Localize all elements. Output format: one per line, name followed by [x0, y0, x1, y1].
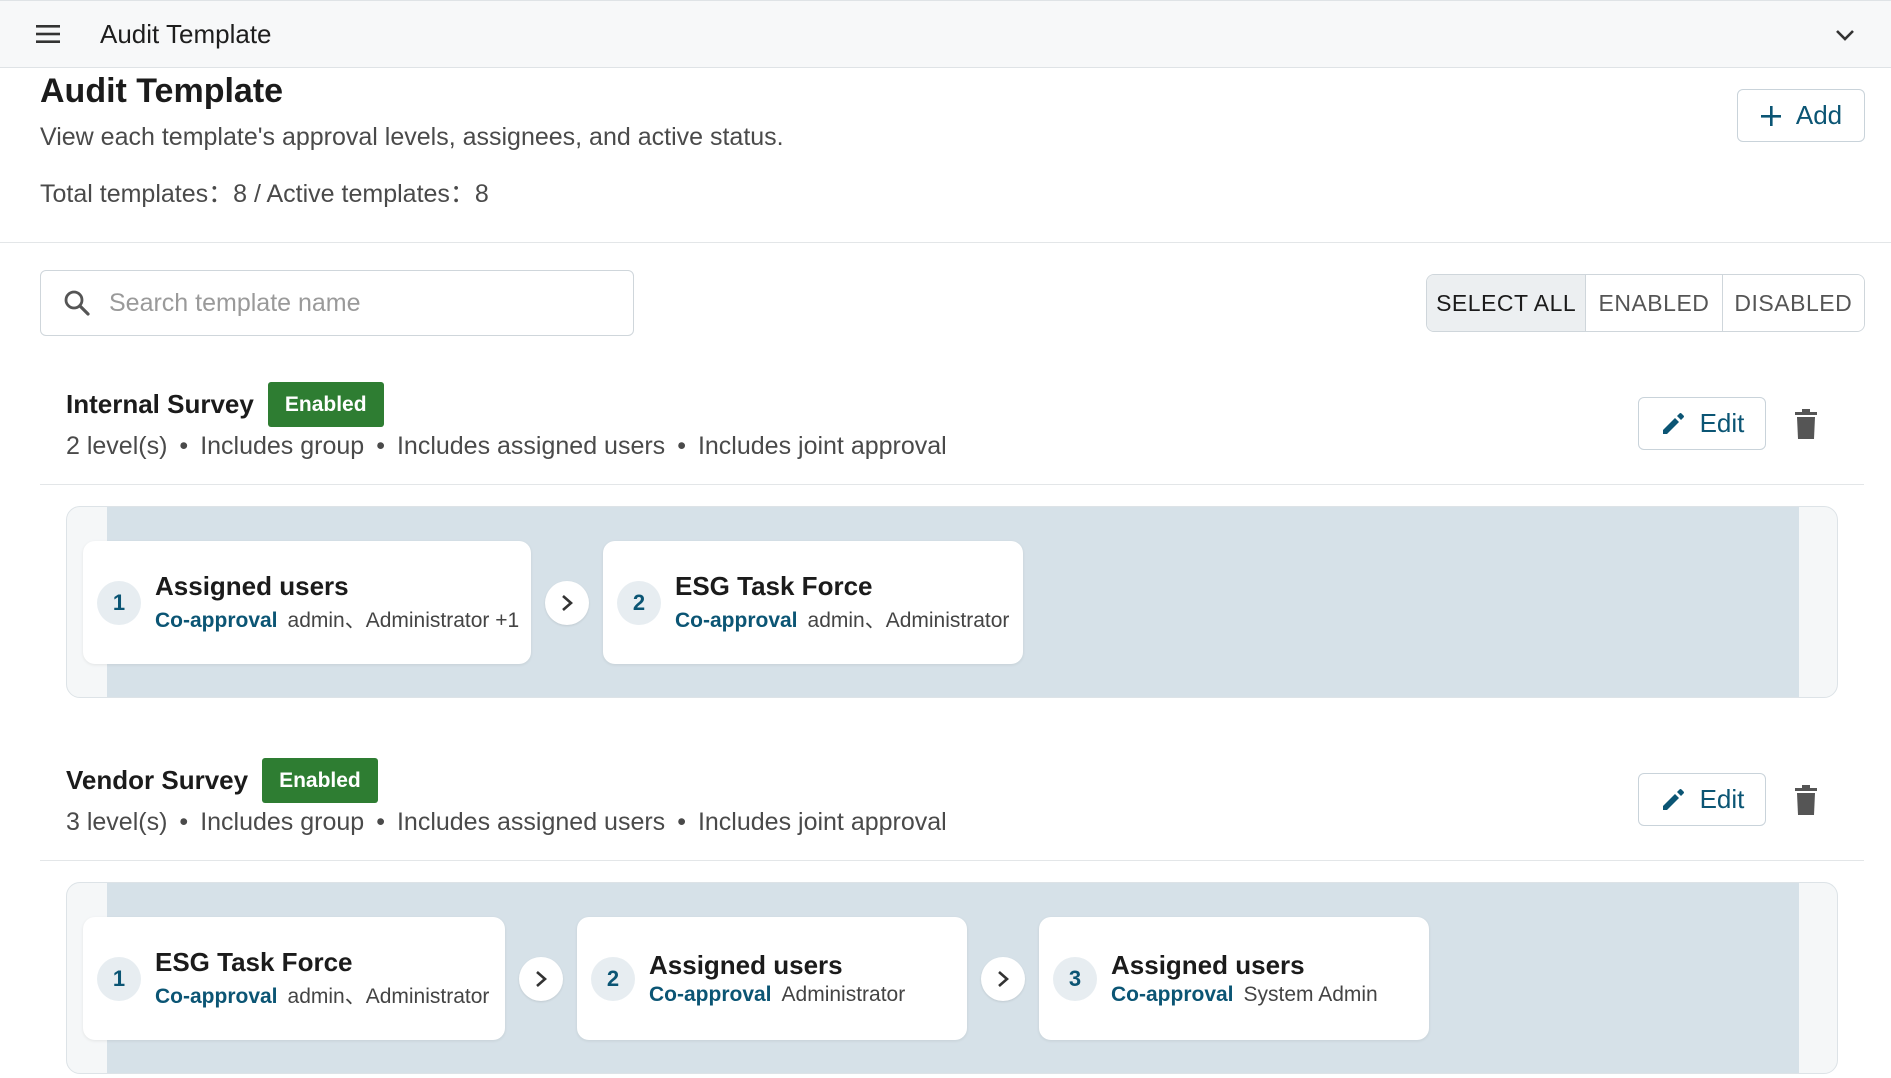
- level-title: ESG Task Force: [675, 571, 873, 601]
- trash-icon: [1795, 409, 1817, 439]
- add-button-label: Add: [1795, 100, 1843, 130]
- menu-button[interactable]: [24, 10, 72, 58]
- pencil-icon: [1662, 788, 1684, 810]
- template-name: Vendor Survey: [66, 765, 249, 795]
- level-card[interactable]: 2 Assigned users Co-approval Administrato…: [577, 917, 967, 1040]
- flow-arrow: [981, 956, 1025, 1001]
- chevron-right-icon: [998, 970, 1009, 987]
- delete-button[interactable]: [1788, 404, 1824, 444]
- level-number: 1: [97, 580, 141, 625]
- edit-button[interactable]: Edit: [1638, 397, 1766, 450]
- template-divider: [40, 860, 1864, 861]
- search-icon: [63, 287, 95, 319]
- level-row: 1 ESG Task Force Co-approval admin、Admini…: [83, 917, 1429, 1040]
- level-row: 1 Assigned users Co-approval admin、Admini…: [83, 541, 1023, 664]
- template-divider: [40, 484, 1864, 485]
- level-title: Assigned users: [1111, 950, 1305, 980]
- level-assignees: admin、Administrator: [807, 609, 1010, 632]
- meta-assigned-users: Includes assigned users: [396, 808, 666, 836]
- level-number: 1: [97, 956, 141, 1001]
- meta-joint-approval: Includes joint approval: [697, 432, 947, 460]
- status-filter-group: SELECT ALL ENABLED DISABLED: [1426, 274, 1865, 332]
- page-header: Audit Template View each template's appr…: [40, 72, 1864, 210]
- level-mode: Co-approval: [649, 983, 772, 1006]
- template-stats: Total templates：8 / Active templates：8: [40, 180, 489, 208]
- level-card[interactable]: 1 ESG Task Force Co-approval admin、Admini…: [83, 917, 505, 1040]
- chevron-down-icon: [1836, 30, 1854, 41]
- add-template-button[interactable]: Add: [1737, 89, 1865, 142]
- meta-levels: 3 level(s): [66, 808, 168, 836]
- template-header: Internal Survey Enabled: [66, 382, 384, 427]
- template-name: Internal Survey: [66, 389, 254, 419]
- menu-icon: [36, 25, 60, 43]
- level-number: 2: [591, 956, 635, 1001]
- header-divider: [0, 242, 1891, 243]
- page-title: Audit Template: [40, 72, 284, 110]
- edit-button[interactable]: Edit: [1638, 773, 1766, 826]
- filter-select-all[interactable]: SELECT ALL: [1427, 275, 1587, 331]
- edit-button-label: Edit: [1699, 408, 1745, 438]
- expand-button[interactable]: [1827, 17, 1863, 53]
- level-assignees: System Admin: [1243, 983, 1378, 1006]
- level-mode: Co-approval: [675, 609, 798, 632]
- level-title: ESG Task Force: [155, 947, 353, 977]
- template-card: Vendor Survey Enabled 3 level(s) • Include…: [40, 756, 1864, 1078]
- meta-joint-approval: Includes joint approval: [697, 808, 947, 836]
- filter-enabled[interactable]: ENABLED: [1586, 275, 1723, 331]
- level-card[interactable]: 1 Assigned users Co-approval admin、Admini…: [83, 541, 531, 664]
- template-card: Internal Survey Enabled 2 level(s) • Inclu…: [40, 380, 1864, 720]
- search-box: [40, 270, 634, 336]
- meta-levels: 2 level(s): [66, 432, 168, 460]
- level-title: Assigned users: [649, 950, 843, 980]
- level-card[interactable]: 3 Assigned users Co-approval System Admin: [1039, 917, 1429, 1040]
- app-bar-title: Audit Template: [100, 18, 272, 49]
- level-assignees: Administrator: [781, 983, 906, 1006]
- status-badge: Enabled: [267, 382, 384, 427]
- approval-flow: 1 ESG Task Force Co-approval admin、Admini…: [66, 882, 1838, 1074]
- level-number: 2: [617, 580, 661, 625]
- flow-arrow: [545, 580, 589, 625]
- level-assignees: admin、Administrator +1: [287, 609, 520, 632]
- level-number: 3: [1053, 956, 1097, 1001]
- level-mode: Co-approval: [155, 985, 278, 1008]
- template-header: Vendor Survey Enabled: [66, 758, 378, 803]
- level-assignees: admin、Administrator: [287, 985, 490, 1008]
- delete-button[interactable]: [1788, 780, 1824, 820]
- meta-assigned-users: Includes assigned users: [396, 432, 666, 460]
- plus-icon: [1760, 105, 1781, 126]
- filter-disabled[interactable]: DISABLED: [1722, 275, 1864, 331]
- level-title: Assigned users: [155, 571, 349, 601]
- search-input[interactable]: [109, 288, 609, 318]
- top-app-bar: Audit Template: [0, 0, 1891, 68]
- status-badge: Enabled: [262, 758, 378, 803]
- meta-group: Includes group: [200, 432, 365, 460]
- level-card[interactable]: 2 ESG Task Force Co-approval admin、Admini…: [603, 541, 1023, 664]
- pencil-icon: [1662, 412, 1684, 434]
- approval-flow: 1 Assigned users Co-approval admin、Admini…: [66, 506, 1838, 698]
- template-meta: 3 level(s) • Includes group • Includes assig…: [66, 808, 947, 836]
- level-mode: Co-approval: [155, 609, 278, 632]
- trash-icon: [1795, 785, 1817, 815]
- edit-button-label: Edit: [1699, 784, 1745, 814]
- template-meta: 2 level(s) • Includes group • Includes assig…: [66, 432, 947, 460]
- flow-arrow: [519, 956, 563, 1001]
- page-description: View each template's approval levels, as…: [40, 123, 784, 151]
- level-mode: Co-approval: [1111, 983, 1234, 1006]
- chevron-right-icon: [536, 970, 547, 987]
- chevron-right-icon: [562, 594, 573, 611]
- meta-group: Includes group: [200, 808, 365, 836]
